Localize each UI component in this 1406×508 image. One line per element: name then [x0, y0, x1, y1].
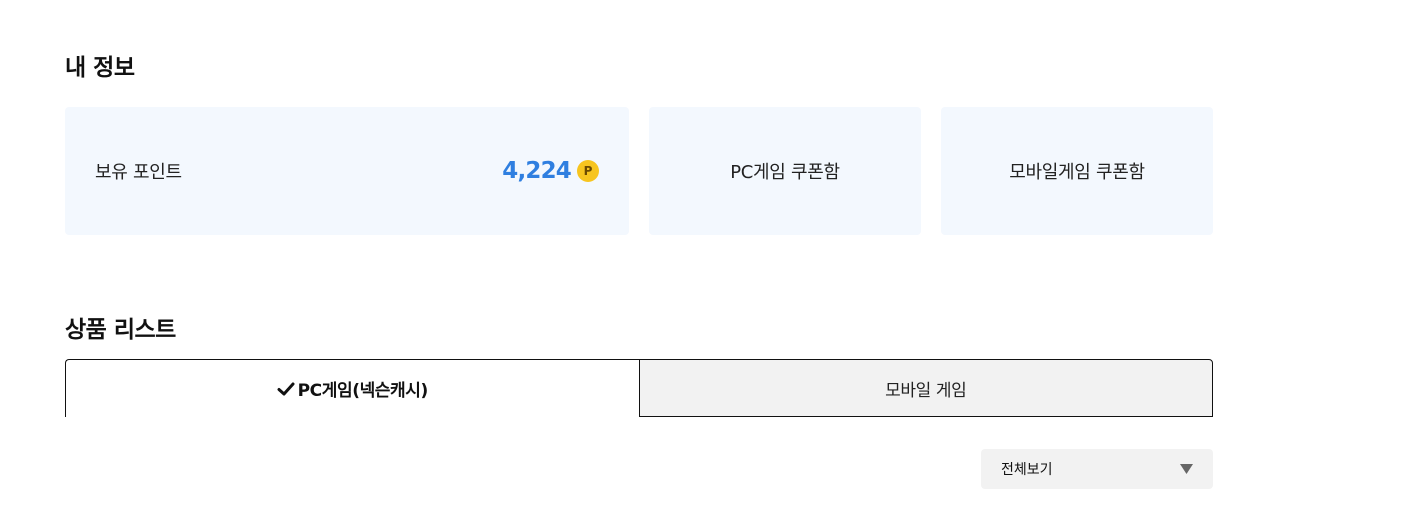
- dropdown-arrow-icon: [1180, 464, 1193, 474]
- mobile-coupon-box-button[interactable]: 모바일게임 쿠폰함: [941, 107, 1213, 235]
- product-tabs: PC게임(넥슨캐시) 모바일 게임: [65, 359, 1213, 417]
- points-card: 보유 포인트 4,224 P: [65, 107, 629, 235]
- tab-mobile-game[interactable]: 모바일 게임: [638, 359, 1213, 417]
- mobile-coupon-box-label: 모바일게임 쿠폰함: [1009, 162, 1145, 183]
- point-coin-icon: P: [577, 160, 599, 182]
- product-list-title: 상품 리스트: [65, 317, 176, 343]
- my-info-title: 내 정보: [65, 55, 135, 81]
- pc-coupon-box-button[interactable]: PC게임 쿠폰함: [649, 107, 921, 235]
- check-icon: [277, 381, 295, 397]
- page: 내 정보 보유 포인트 4,224 P PC게임 쿠폰함 모바일게임 쿠폰함 상…: [0, 0, 1406, 508]
- points-display: 4,224 P: [502, 158, 599, 184]
- pc-coupon-box-label: PC게임 쿠폰함: [730, 162, 840, 183]
- category-filter-dropdown[interactable]: 전체보기: [981, 449, 1213, 489]
- tab-pc-game-label: PC게임(넥슨캐시): [297, 381, 429, 401]
- tab-pc-game[interactable]: PC게임(넥슨캐시): [65, 359, 639, 417]
- tab-mobile-game-label: 모바일 게임: [885, 380, 967, 401]
- points-label: 보유 포인트: [95, 162, 182, 183]
- filter-selected-value: 전체보기: [1001, 462, 1053, 478]
- points-value: 4,224: [502, 158, 572, 184]
